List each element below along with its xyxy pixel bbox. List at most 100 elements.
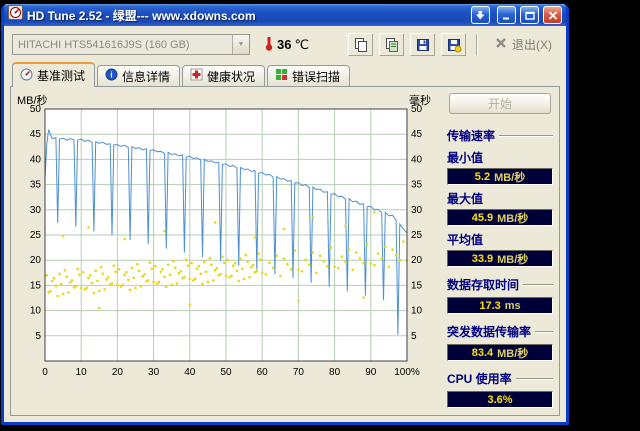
close-icon <box>548 10 557 20</box>
stat-label-avg: 平均值 <box>447 233 484 247</box>
info-icon: i <box>105 68 118 84</box>
svg-text:20: 20 <box>112 367 124 378</box>
close-button[interactable] <box>543 6 562 24</box>
group-header-cpu-usage: CPU 使用率 <box>447 370 553 387</box>
app-icon <box>8 5 23 25</box>
tab-label: 基准测试 <box>37 69 86 83</box>
min-value-box: 5.2 MB/秒 <box>447 168 553 185</box>
tab-label: 健康状况 <box>207 69 256 84</box>
copy-button[interactable] <box>348 33 373 56</box>
download-icon <box>476 10 485 19</box>
tab-label: 错误扫描 <box>292 69 341 84</box>
svg-text:25: 25 <box>411 230 423 241</box>
svg-text:MB/秒: MB/秒 <box>17 93 48 107</box>
access-time-box: 17.3 ms <box>447 297 553 314</box>
svg-text:i: i <box>110 71 112 80</box>
toolbar: HITACHI HTS541616J9S (160 GB) ▼ 36 ℃ 退出(… <box>4 26 566 61</box>
minimize-button[interactable] <box>497 6 516 24</box>
results-panel: 开始 传输速率 最小值 5.2 MB/秒 最大值 45.9 MB/秒 平均值 3… <box>445 87 559 415</box>
svg-text:45: 45 <box>411 129 423 140</box>
temperature-value: 36 <box>277 37 292 52</box>
tab-benchmark[interactable]: 基准测试 <box>12 62 96 87</box>
burst-rate-box: 83.4 MB/秒 <box>447 344 553 361</box>
exit-button[interactable]: 退出(X) <box>488 34 558 55</box>
group-rule <box>499 134 553 137</box>
temperature-unit: ℃ <box>294 36 310 52</box>
svg-text:15: 15 <box>411 280 423 291</box>
tab-health[interactable]: 健康状况 <box>182 65 266 86</box>
maximize-button[interactable] <box>520 6 539 24</box>
cpu-usage-box: 3.6% <box>447 391 553 408</box>
copy-image-button[interactable] <box>379 33 404 56</box>
svg-text:100%: 100% <box>394 367 420 378</box>
group-rule <box>515 377 553 380</box>
start-button[interactable]: 开始 <box>449 93 551 114</box>
group-header-transfer-rate: 传输速率 <box>447 127 553 144</box>
titlebar[interactable]: HD Tune 2.52 - 绿盟--- www.xdowns.com <box>4 4 566 26</box>
gauge-icon <box>20 68 33 84</box>
svg-text:30: 30 <box>30 205 42 216</box>
x-icon <box>494 36 508 53</box>
group-title: 突发数据传输率 <box>447 325 532 339</box>
svg-text:10: 10 <box>30 306 42 317</box>
temperature-indicator: 36 ℃ <box>264 35 309 54</box>
save-icon <box>416 38 429 51</box>
svg-text:40: 40 <box>411 154 423 165</box>
group-header-access-time: 数据存取时间 <box>447 276 553 293</box>
desktop-background: HD Tune 2.52 - 绿盟--- www.xdowns.com HITA… <box>0 0 640 431</box>
benchmark-chart: 50 50 45 45 40 40 35 35 30 30 25 25 20 20 15 15 10 10 5 5 0 1… <box>11 87 445 415</box>
thermometer-icon <box>264 35 274 54</box>
benchmark-page: 50 50 45 45 40 40 35 35 30 30 25 25 20 20 15 15 10 10 5 5 0 1… <box>10 86 560 416</box>
group-header-burst-rate: 突发数据传输率 <box>447 323 553 340</box>
group-rule <box>535 330 553 333</box>
health-cross-icon <box>190 68 203 84</box>
svg-text:35: 35 <box>411 180 423 191</box>
drive-select-value: HITACHI HTS541616J9S (160 GB) <box>18 38 190 51</box>
svg-text:15: 15 <box>30 280 42 291</box>
save-image-button[interactable] <box>441 33 466 56</box>
tab-label: 信息详情 <box>122 69 171 84</box>
svg-text:25: 25 <box>30 230 42 241</box>
group-rule <box>523 283 553 286</box>
svg-text:40: 40 <box>30 154 42 165</box>
download-button[interactable] <box>471 6 490 24</box>
toolbar-separator <box>476 34 478 55</box>
svg-text:20: 20 <box>30 255 42 266</box>
tab-info[interactable]: i 信息详情 <box>97 65 181 86</box>
svg-text:20: 20 <box>411 255 423 266</box>
svg-text:40: 40 <box>184 367 196 378</box>
save-image-icon <box>447 38 461 52</box>
drive-select[interactable]: HITACHI HTS541616J9S (160 GB) ▼ <box>12 34 250 55</box>
minimize-icon <box>502 17 509 19</box>
save-button[interactable] <box>410 33 435 56</box>
exit-label: 退出(X) <box>512 38 552 52</box>
svg-text:50: 50 <box>220 367 232 378</box>
svg-text:70: 70 <box>293 367 305 378</box>
svg-text:45: 45 <box>30 129 42 140</box>
group-title: 传输速率 <box>447 129 496 143</box>
svg-text:10: 10 <box>76 367 88 378</box>
svg-text:10: 10 <box>411 306 423 317</box>
svg-text:30: 30 <box>411 205 423 216</box>
maximize-icon <box>524 11 535 20</box>
tab-error-scan[interactable]: 错误扫描 <box>267 65 351 86</box>
svg-text:90: 90 <box>365 367 377 378</box>
stat-label-min: 最小值 <box>447 151 484 165</box>
svg-text:5: 5 <box>411 331 417 342</box>
chevron-down-icon[interactable]: ▼ <box>232 35 249 54</box>
svg-text:0: 0 <box>42 367 48 378</box>
svg-text:毫秒: 毫秒 <box>409 93 431 107</box>
scan-grid-icon <box>275 68 288 84</box>
svg-text:35: 35 <box>30 180 42 191</box>
max-value-box: 45.9 MB/秒 <box>447 209 553 226</box>
svg-text:5: 5 <box>35 331 41 342</box>
tab-bar: 基准测试 i 信息详情 健康状况 错误扫描 <box>4 61 566 87</box>
svg-text:30: 30 <box>148 367 160 378</box>
group-title: 数据存取时间 <box>447 278 520 292</box>
svg-text:80: 80 <box>329 367 341 378</box>
stat-label-max: 最大值 <box>447 192 484 206</box>
copy-image-icon <box>385 37 398 52</box>
app-window: HD Tune 2.52 - 绿盟--- www.xdowns.com HITA… <box>1 4 569 425</box>
avg-value-box: 33.9 MB/秒 <box>447 250 553 267</box>
window-title: HD Tune 2.52 - 绿盟--- www.xdowns.com <box>27 8 256 23</box>
